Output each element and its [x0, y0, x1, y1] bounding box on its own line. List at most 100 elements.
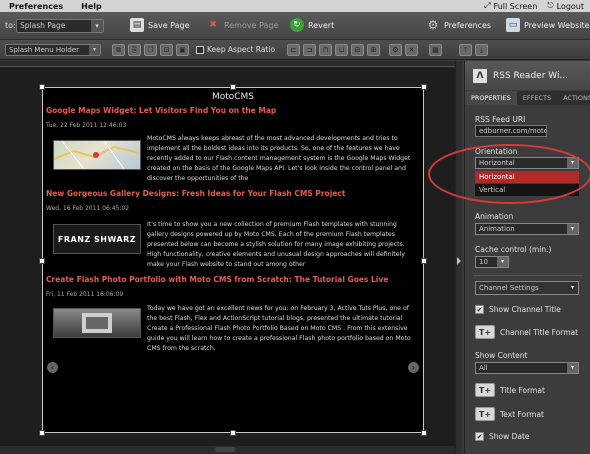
- chevron-down-icon: ▾: [91, 19, 103, 32]
- lock-icon[interactable]: ⊡: [160, 44, 173, 56]
- post-title[interactable]: Google Maps Widget: Let Visitors Find Yo…: [46, 106, 276, 115]
- preferences-button[interactable]: ⚙ Preferences: [426, 18, 491, 32]
- holder-select[interactable]: Splash Menu Holder ▾: [5, 44, 101, 56]
- channel-title-format-label: Channel Title Format: [500, 327, 579, 337]
- logout-button[interactable]: ⎋ Logout: [547, 1, 584, 11]
- tab-effects[interactable]: EFFECTS: [517, 91, 557, 105]
- text-format-button[interactable]: T+ Text Format: [475, 407, 544, 421]
- align-center-icon[interactable]: ⊐: [303, 44, 316, 56]
- save-page-label: Save Page: [148, 20, 190, 30]
- collapse-panel-icon[interactable]: [457, 257, 461, 265]
- revert-label: Revert: [308, 20, 335, 30]
- text-format-icon: T+: [475, 383, 495, 397]
- layers-icon[interactable]: ▦: [429, 44, 442, 56]
- settings-icon[interactable]: ⚙: [389, 44, 402, 56]
- post-date: Wed, 16 Feb 2011 06:45:02: [46, 205, 130, 212]
- logout-icon: ⎋: [547, 1, 554, 10]
- send-back-icon[interactable]: ⤓: [475, 44, 488, 56]
- channel-title-format-button[interactable]: T+ Channel Title Format: [475, 325, 578, 339]
- title-format-label: Title Format: [500, 385, 545, 395]
- show-date-label: Show Date: [489, 432, 530, 441]
- delete-icon[interactable]: ✕: [405, 44, 418, 56]
- horizontal-scrollbar[interactable]: [0, 446, 455, 454]
- map-thumbnail: [53, 140, 141, 170]
- resize-handle[interactable]: [421, 430, 427, 436]
- duplicate-icon[interactable]: ❐: [144, 44, 157, 56]
- align-left-icon[interactable]: ⊏: [287, 44, 300, 56]
- animation-select-value: Animation: [479, 225, 515, 233]
- scrollbar-grip[interactable]: [215, 447, 235, 452]
- portfolio-thumbnail: [53, 308, 141, 338]
- tab-properties[interactable]: PROPERTIES: [465, 91, 517, 105]
- cache-control-select[interactable]: 10 ▾: [475, 256, 509, 268]
- revert-button[interactable]: ↻ Revert: [290, 18, 334, 32]
- properties-panel: Λ RSS Reader Wi... PROPERTIES EFFECTS AC…: [464, 61, 590, 454]
- title-format-button[interactable]: T+ Title Format: [475, 383, 545, 397]
- group-icon[interactable]: ▣: [176, 44, 189, 56]
- menu-preferences[interactable]: Preferences: [0, 2, 72, 11]
- save-page-button[interactable]: ▤ Save Page: [130, 18, 190, 32]
- text-format-icon: T+: [475, 325, 495, 339]
- menu-help[interactable]: Help: [72, 2, 111, 11]
- paste-icon[interactable]: ⎘: [128, 44, 141, 56]
- cache-control-value: 10: [479, 258, 488, 266]
- page-select[interactable]: Splash Page ▾: [16, 18, 104, 33]
- logout-label: Logout: [556, 1, 584, 11]
- post-title[interactable]: Create Flash Photo Portfolio with Moto C…: [46, 275, 388, 284]
- resize-handle[interactable]: [421, 258, 427, 264]
- align-right-icon[interactable]: ⊓: [319, 44, 332, 56]
- rss-reader-widget[interactable]: MotoCMS Google Maps Widget: Let Visitors…: [39, 84, 427, 436]
- preview-icon: ▭: [506, 18, 520, 32]
- align-top-icon[interactable]: ⊔: [335, 44, 348, 56]
- post-title[interactable]: New Gorgeous Gallery Designs: Fresh Idea…: [46, 189, 345, 198]
- keep-aspect-ratio-label: Keep Aspect Ratio: [207, 45, 276, 54]
- resize-handle[interactable]: [230, 430, 236, 436]
- menubar-right: ⤢ Full Screen ⎋ Logout: [484, 1, 590, 11]
- panel-tabs: PROPERTIES EFFECTS ACTIONS: [465, 91, 590, 105]
- gallery-thumbnail: FRANZ SHWARZ: [53, 224, 141, 254]
- preferences-label: Preferences: [444, 20, 492, 30]
- preview-website-button[interactable]: ▭ Preview Website: [506, 18, 590, 32]
- resize-handle[interactable]: [39, 258, 45, 264]
- channel-settings-dropdown[interactable]: Channel Settings ▾: [475, 281, 579, 295]
- remove-page-button[interactable]: ✖ Remove Page: [206, 18, 278, 32]
- align-middle-icon[interactable]: ⊟: [351, 44, 364, 56]
- resize-handle[interactable]: [39, 430, 45, 436]
- main-toolbar: to: Splash Page ▾ ▤ Save Page ✖ Remove P…: [0, 12, 590, 40]
- prev-arrow-icon[interactable]: ‹: [47, 362, 58, 373]
- keep-aspect-ratio-checkbox[interactable]: Keep Aspect Ratio: [196, 45, 275, 54]
- show-channel-title-checkbox[interactable]: ✔ Show Channel Title: [475, 305, 561, 314]
- preview-website-label: Preview Website: [524, 20, 590, 30]
- show-date-checkbox[interactable]: ✔ Show Date: [475, 432, 530, 441]
- bring-front-icon[interactable]: ⤒: [459, 44, 472, 56]
- rss-feed-uri-input[interactable]: edburner.com/motocms/: [475, 125, 547, 137]
- resize-handle[interactable]: [421, 84, 427, 90]
- moto-logo-icon: Λ: [473, 68, 487, 83]
- remove-page-label: Remove Page: [224, 20, 279, 30]
- vertical-scrollbar[interactable]: [455, 61, 462, 454]
- checkbox-checked-icon: ✔: [475, 432, 484, 441]
- show-content-label: Show Content: [475, 351, 528, 360]
- page-select-value: Splash Page: [20, 21, 66, 30]
- resize-handle[interactable]: [39, 84, 45, 90]
- animation-select[interactable]: Animation ▾: [475, 223, 579, 235]
- copy-icon[interactable]: ⧉: [112, 44, 125, 56]
- remove-icon: ✖: [209, 20, 217, 30]
- text-format-icon: T+: [475, 407, 495, 421]
- panel-title: RSS Reader Wi...: [493, 70, 569, 81]
- panel-header: Λ RSS Reader Wi...: [465, 61, 590, 90]
- rss-feed-uri-label: RSS Feed URI: [475, 115, 526, 124]
- object-toolbar: Splash Menu Holder ▾ ⧉ ⎘ ❐ ⊡ ▣ Keep Aspe…: [0, 40, 590, 60]
- align-bottom-icon[interactable]: ⊞: [367, 44, 380, 56]
- show-content-select[interactable]: All ▾: [475, 362, 579, 374]
- chevron-down-icon: ▾: [89, 45, 100, 55]
- full-screen-button[interactable]: ⤢ Full Screen: [484, 1, 537, 11]
- next-arrow-icon[interactable]: ›: [408, 362, 419, 373]
- divider: [473, 275, 583, 276]
- show-channel-title-label: Show Channel Title: [489, 305, 561, 314]
- post-excerpt: It's time to show you a new collection o…: [147, 221, 405, 268]
- tab-actions[interactable]: ACTIONS: [557, 91, 590, 105]
- channel-settings-label: Channel Settings: [479, 284, 539, 292]
- cache-control-label: Cache control (min.): [475, 245, 552, 254]
- resize-handle[interactable]: [230, 84, 236, 90]
